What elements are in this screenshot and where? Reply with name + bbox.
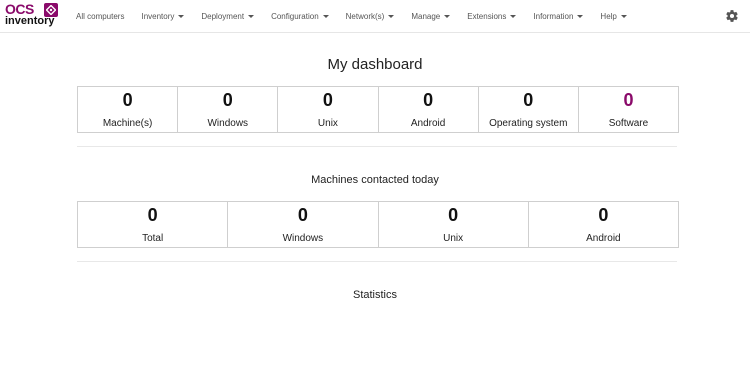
stat-value: 0 xyxy=(297,205,308,225)
caret-down-icon xyxy=(444,14,451,18)
stat-label: Unix xyxy=(317,118,338,129)
nav-label: Inventory xyxy=(141,11,175,21)
nav-label: Extensions xyxy=(467,11,507,21)
stat-value: 0 xyxy=(598,205,609,225)
stat-value: 0 xyxy=(423,90,434,110)
nav-label: Help xyxy=(600,11,617,21)
stat-unix[interactable]: 0 Unix xyxy=(278,87,379,132)
nav-help[interactable]: Help xyxy=(600,11,627,21)
stat-label: Android xyxy=(586,233,621,244)
stat-android[interactable]: 0 Android xyxy=(379,87,479,132)
stat-label: Software xyxy=(608,118,649,129)
stat-label: Operating system xyxy=(489,118,568,129)
stat-windows[interactable]: 0 Windows xyxy=(178,87,279,132)
logo-text-ocs: OCS xyxy=(5,1,34,17)
stat-operating-system[interactable]: 0 Operating system xyxy=(479,87,579,132)
caret-down-icon xyxy=(577,14,584,18)
nav-deployment[interactable]: Deployment xyxy=(201,11,255,21)
nav-networks[interactable]: Network(s) xyxy=(346,12,395,21)
stat-label: Windows xyxy=(282,233,324,244)
page-title: My dashboard xyxy=(327,56,423,73)
logo-text-inventory: inventory xyxy=(5,15,55,27)
stat-contacted-android[interactable]: 0 Android xyxy=(529,202,678,247)
nav-label: All computers xyxy=(76,11,125,21)
stat-software[interactable]: 0 Software xyxy=(579,87,678,132)
stat-contacted-unix[interactable]: 0 Unix xyxy=(379,202,529,247)
nav-information[interactable]: Information xyxy=(533,11,584,21)
top-navbar: OCS inventory All computers Inventory De… xyxy=(0,0,750,33)
nav-label: Information xyxy=(533,11,574,21)
stat-label: Machine(s) xyxy=(102,118,153,129)
stat-value: 0 xyxy=(122,90,133,110)
caret-down-icon xyxy=(322,14,329,18)
stat-machines[interactable]: 0 Machine(s) xyxy=(78,87,179,132)
nav-configuration[interactable]: Configuration xyxy=(271,12,329,21)
nav-extensions[interactable]: Extensions xyxy=(467,11,517,21)
stat-label: Unix xyxy=(443,233,464,244)
caret-down-icon xyxy=(388,14,395,18)
stat-value: 0 xyxy=(322,90,333,110)
stat-total[interactable]: 0 Total xyxy=(78,202,229,247)
nav-label: Deployment xyxy=(201,11,245,21)
nav-all-computers[interactable]: All computers xyxy=(76,12,124,21)
nav-label: Network(s) xyxy=(345,11,385,21)
stat-value: 0 xyxy=(523,90,534,110)
nav-inventory[interactable]: Inventory xyxy=(141,11,185,21)
section-title-contacted: Machines contacted today xyxy=(311,174,439,186)
caret-down-icon xyxy=(248,14,255,18)
ocs-inventory-logo[interactable]: OCS inventory xyxy=(5,0,67,32)
stat-label: Windows xyxy=(207,118,249,129)
caret-down-icon xyxy=(178,14,185,18)
nav-label: Configuration xyxy=(271,11,319,21)
caret-down-icon xyxy=(620,14,627,18)
nav-manage[interactable]: Manage xyxy=(411,11,451,21)
summary-stats: 0 Machine(s) 0 Windows 0 Unix 0 Android … xyxy=(77,86,679,133)
stat-value: 0 xyxy=(222,90,233,110)
stat-label: Total xyxy=(142,233,164,244)
caret-down-icon xyxy=(510,14,517,18)
main-nav: All computers Inventory Deployment Confi… xyxy=(76,0,644,32)
stat-value: 0 xyxy=(448,205,459,225)
stat-value: 0 xyxy=(147,205,158,225)
gear-icon[interactable] xyxy=(725,9,739,23)
stat-value: 0 xyxy=(623,90,634,110)
contacted-stats: 0 Total 0 Windows 0 Unix 0 Android xyxy=(77,201,679,248)
divider xyxy=(77,146,677,147)
divider xyxy=(77,261,677,262)
stat-label: Android xyxy=(410,118,446,129)
nav-label: Manage xyxy=(411,11,441,21)
stat-contacted-windows[interactable]: 0 Windows xyxy=(228,202,379,247)
section-title-statistics: Statistics xyxy=(352,289,397,301)
